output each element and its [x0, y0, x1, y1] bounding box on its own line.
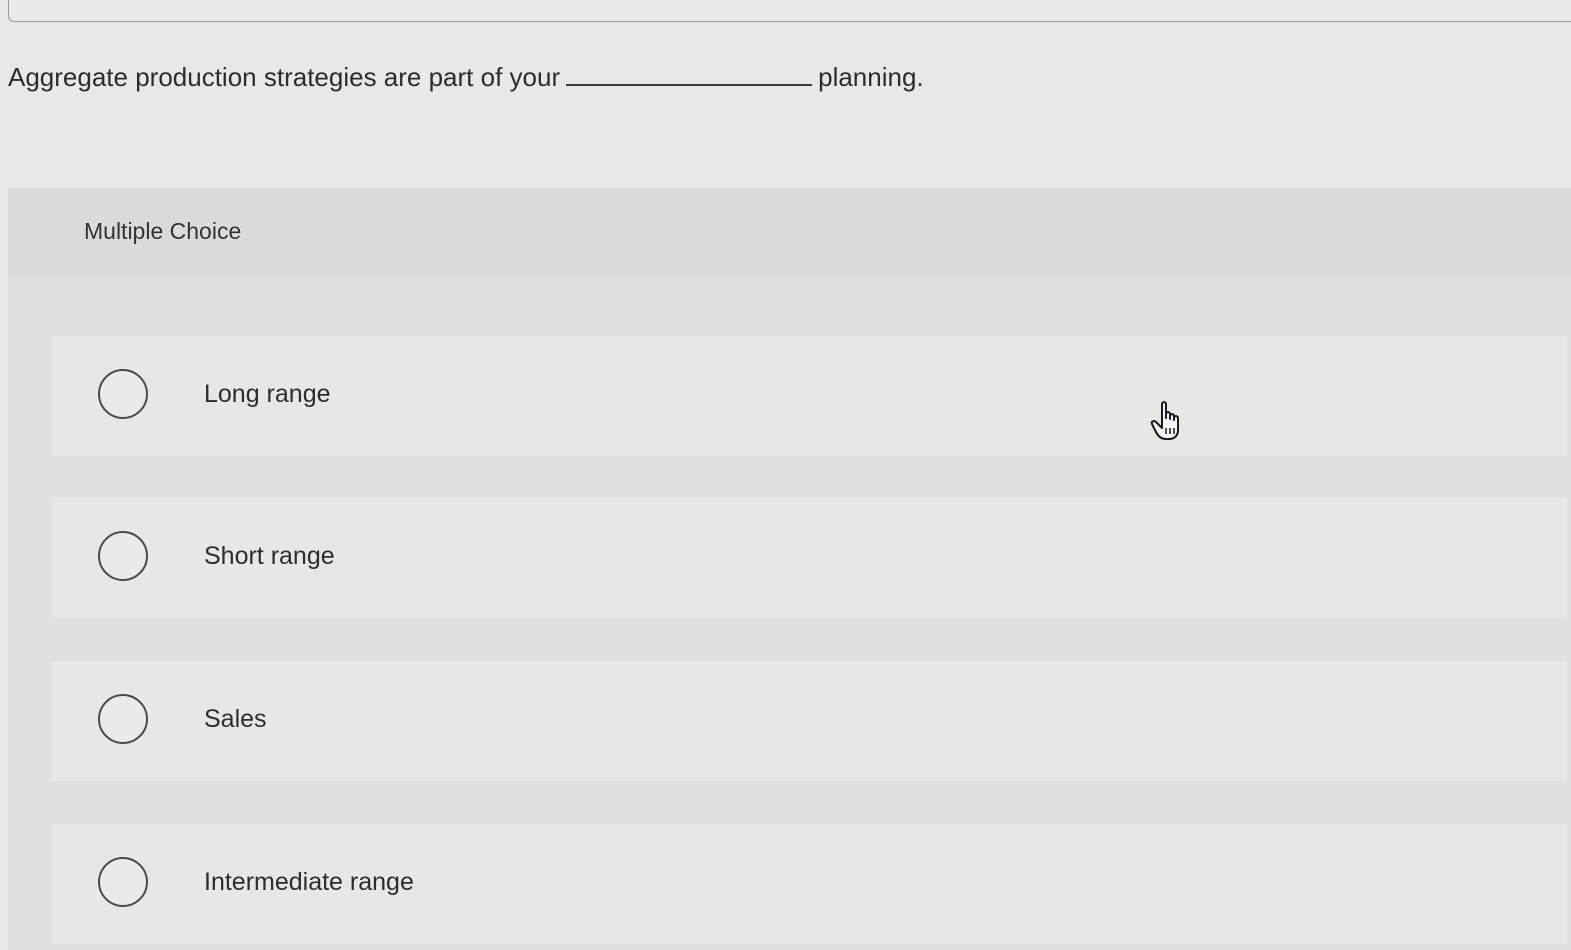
- choice-option-sales[interactable]: Sales: [52, 661, 1567, 781]
- radio-button-icon[interactable]: [98, 857, 148, 907]
- top-border-frame: [8, 0, 1571, 22]
- choice-label[interactable]: Intermediate range: [204, 866, 414, 898]
- radio-button-icon[interactable]: [98, 531, 148, 581]
- choice-label[interactable]: Long range: [204, 378, 331, 410]
- multiple-choice-header: Multiple Choice: [8, 188, 1571, 278]
- radio-button-icon[interactable]: [98, 694, 148, 744]
- question-text-after: planning.: [818, 62, 924, 92]
- multiple-choice-panel: Multiple Choice Long range Short range S…: [8, 188, 1571, 950]
- multiple-choice-label: Multiple Choice: [84, 218, 242, 244]
- choice-label[interactable]: Short range: [204, 540, 335, 572]
- choice-option-intermediate-range[interactable]: Intermediate range: [52, 824, 1567, 944]
- question-blank: [566, 60, 813, 86]
- choice-option-long-range[interactable]: Long range: [52, 336, 1567, 456]
- question-prompt: Aggregate production strategies are part…: [8, 60, 924, 94]
- hand-pointer-icon: [1150, 400, 1190, 442]
- choice-label[interactable]: Sales: [204, 703, 267, 735]
- question-text-before: Aggregate production strategies are part…: [8, 62, 561, 92]
- radio-button-icon[interactable]: [98, 369, 148, 419]
- choice-option-short-range[interactable]: Short range: [52, 498, 1567, 618]
